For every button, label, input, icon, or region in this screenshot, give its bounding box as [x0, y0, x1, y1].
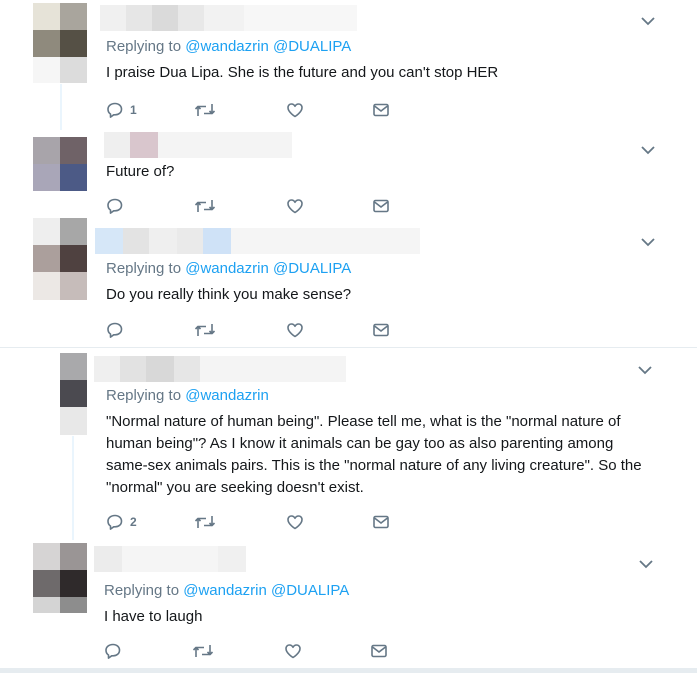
tweet[interactable]: Replying to @wandazrin @DUALIPA I have t…: [0, 540, 697, 673]
tweet-text: Do you really think you make sense?: [106, 286, 352, 303]
retweet-button[interactable]: [194, 196, 216, 216]
chevron-down-icon[interactable]: [637, 362, 653, 378]
chevron-down-icon[interactable]: [638, 556, 654, 572]
tweet[interactable]: Replying to @wandazrin "Normal nature of…: [0, 348, 697, 540]
reply-button[interactable]: [106, 320, 124, 340]
envelope-icon: [373, 199, 389, 213]
like-button[interactable]: [284, 641, 302, 661]
reply-button[interactable]: 1: [106, 100, 137, 120]
like-button[interactable]: [286, 512, 304, 532]
like-button[interactable]: [286, 196, 304, 216]
reply-icon: [107, 322, 123, 338]
like-button[interactable]: [286, 100, 304, 120]
retweet-icon: [194, 200, 216, 212]
replying-to: Replying to @wandazrin @DUALIPA: [106, 260, 351, 277]
author-name[interactable]: [100, 5, 357, 31]
avatar-blur: [60, 407, 87, 435]
reply-prefix: Replying to: [106, 38, 182, 55]
retweet-button[interactable]: [194, 320, 216, 340]
reply-handles-link[interactable]: @wandazrin: [185, 387, 269, 404]
chevron-down-icon[interactable]: [640, 234, 656, 250]
divider: [0, 668, 697, 673]
retweet-icon: [194, 516, 216, 528]
thread-line: [72, 436, 74, 540]
dm-button[interactable]: [372, 512, 390, 532]
like-button[interactable]: [286, 320, 304, 340]
tweet-text: I praise Dua Lipa. She is the future and…: [106, 64, 499, 81]
retweet-icon: [192, 645, 214, 657]
envelope-icon: [373, 515, 389, 529]
author-name[interactable]: [94, 356, 346, 382]
chevron-down-icon[interactable]: [640, 142, 656, 158]
dm-button[interactable]: [372, 196, 390, 216]
tweet[interactable]: Future of?: [0, 130, 697, 216]
heart-icon: [285, 644, 301, 659]
author-name[interactable]: [95, 228, 420, 254]
tweet[interactable]: Replying to @wandazrin @DUALIPA Do you r…: [0, 216, 697, 346]
action-bar: 2: [106, 512, 406, 532]
author-name[interactable]: [104, 132, 292, 158]
action-bar: [104, 641, 404, 661]
replying-to: Replying to @wandazrin @DUALIPA: [104, 582, 349, 599]
reply-button[interactable]: 2: [106, 512, 137, 532]
replying-to: Replying to @wandazrin @DUALIPA: [106, 38, 351, 55]
heart-icon: [287, 515, 303, 530]
dm-button[interactable]: [372, 100, 390, 120]
avatar[interactable]: [60, 353, 87, 407]
avatar-blur: [33, 272, 87, 300]
action-bar: [106, 196, 406, 216]
reply-icon: [107, 102, 123, 118]
action-bar: 1: [106, 100, 406, 120]
reply-icon: [105, 643, 121, 659]
reply-count: 2: [130, 515, 137, 529]
retweet-button[interactable]: [194, 512, 216, 532]
reply-button[interactable]: [104, 641, 122, 661]
dm-button[interactable]: [372, 320, 390, 340]
avatar-blur: [33, 597, 87, 613]
reply-icon: [107, 514, 123, 530]
dm-button[interactable]: [370, 641, 388, 661]
replying-to: Replying to @wandazrin: [106, 387, 269, 404]
avatar[interactable]: [33, 3, 87, 57]
reply-count: 1: [130, 103, 137, 117]
action-bar: [106, 320, 406, 340]
tweet-text: "Normal nature of human being". Please t…: [106, 413, 642, 496]
chevron-down-icon[interactable]: [640, 13, 656, 29]
heart-icon: [287, 323, 303, 338]
reply-button[interactable]: [106, 196, 124, 216]
retweet-button[interactable]: [192, 641, 214, 661]
retweet-icon: [194, 104, 216, 116]
avatar-blur: [33, 57, 87, 83]
envelope-icon: [371, 644, 387, 658]
reply-handles-link[interactable]: @wandazrin @DUALIPA: [185, 260, 351, 277]
heart-icon: [287, 199, 303, 214]
envelope-icon: [373, 103, 389, 117]
heart-icon: [287, 103, 303, 118]
retweet-button[interactable]: [194, 100, 216, 120]
reply-icon: [107, 198, 123, 214]
retweet-icon: [194, 324, 216, 336]
envelope-icon: [373, 323, 389, 337]
tweet-text: Future of?: [106, 163, 175, 180]
reply-handles-link[interactable]: @wandazrin @DUALIPA: [185, 38, 351, 55]
author-name[interactable]: [94, 546, 246, 572]
avatar[interactable]: [33, 543, 87, 597]
tweet-text: I have to laugh: [104, 608, 203, 625]
reply-prefix: Replying to: [106, 260, 182, 277]
tweet[interactable]: Replying to @wandazrin @DUALIPA I praise…: [0, 0, 697, 130]
reply-prefix: Replying to: [106, 387, 182, 404]
avatar[interactable]: [33, 137, 87, 191]
reply-prefix: Replying to: [104, 582, 180, 599]
thread-line: [60, 84, 62, 130]
reply-handles-link[interactable]: @wandazrin @DUALIPA: [183, 582, 349, 599]
avatar[interactable]: [33, 218, 87, 272]
